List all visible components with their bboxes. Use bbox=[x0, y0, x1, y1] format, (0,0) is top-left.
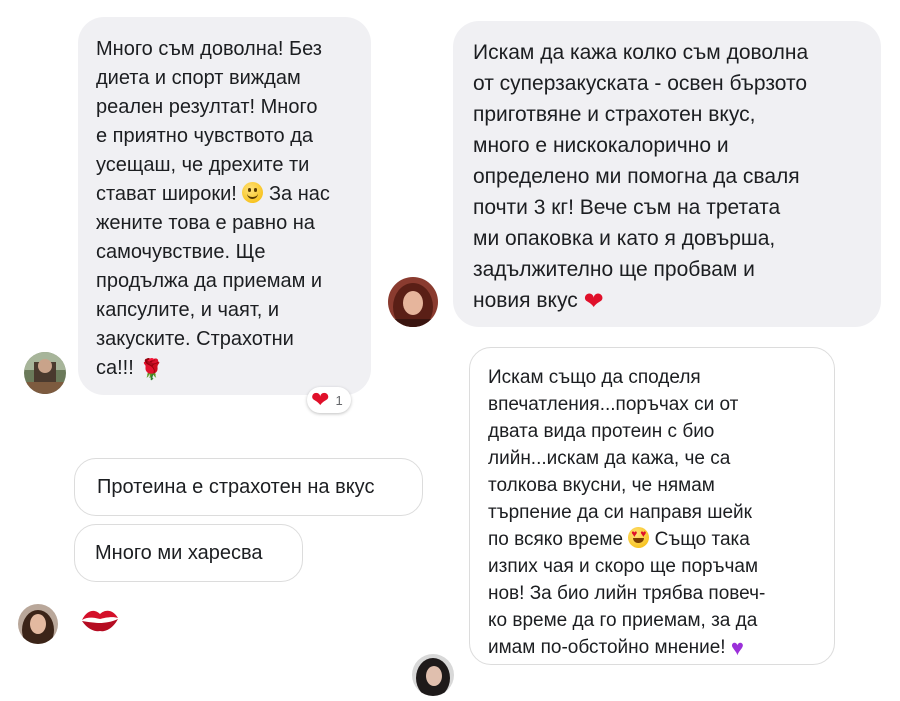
reaction-count: 1 bbox=[335, 392, 343, 408]
message-bubble-1: Много съм доволна! Без диета и спорт виж… bbox=[78, 17, 371, 395]
message-bubble-5: Искам също да споделя впечатления...поръ… bbox=[469, 347, 835, 665]
purple-heart-emoji-icon: ♥ bbox=[730, 635, 744, 660]
avatar-user-2[interactable] bbox=[388, 277, 438, 327]
heart-icon: ❤ bbox=[311, 387, 330, 412]
smiley-emoji-icon bbox=[242, 182, 264, 203]
message-text: Много съм доволна! Без диета и спорт виж… bbox=[96, 38, 322, 205]
message-text: Искам също да споделя впечатления...поръ… bbox=[488, 367, 752, 550]
heart-emoji-icon: ❤ bbox=[583, 288, 604, 315]
message-text: Искам да кажа колко съм доволна от супер… bbox=[473, 41, 809, 312]
avatar-user-3[interactable] bbox=[18, 604, 58, 644]
message-bubble-2: Искам да кажа колко съм доволна от супер… bbox=[453, 21, 881, 327]
message-text: Много ми харесва bbox=[95, 542, 263, 564]
avatar-user-4[interactable] bbox=[412, 654, 454, 696]
rose-emoji-icon: 🌹 bbox=[139, 359, 165, 381]
kiss-emoji-icon bbox=[78, 604, 122, 636]
message-text-continued: За нас жените това е равно на самочувств… bbox=[96, 183, 330, 379]
reaction-badge[interactable]: ❤ 1 bbox=[307, 387, 351, 413]
message-text: Протеина е страхотен на вкус bbox=[97, 476, 375, 498]
message-bubble-3: Протеина е страхотен на вкус bbox=[74, 458, 423, 516]
heart-eyes-emoji-icon: ♥ ♥ bbox=[628, 527, 650, 548]
avatar-user-1[interactable] bbox=[24, 352, 66, 394]
message-bubble-4: Много ми харесва bbox=[74, 524, 303, 582]
